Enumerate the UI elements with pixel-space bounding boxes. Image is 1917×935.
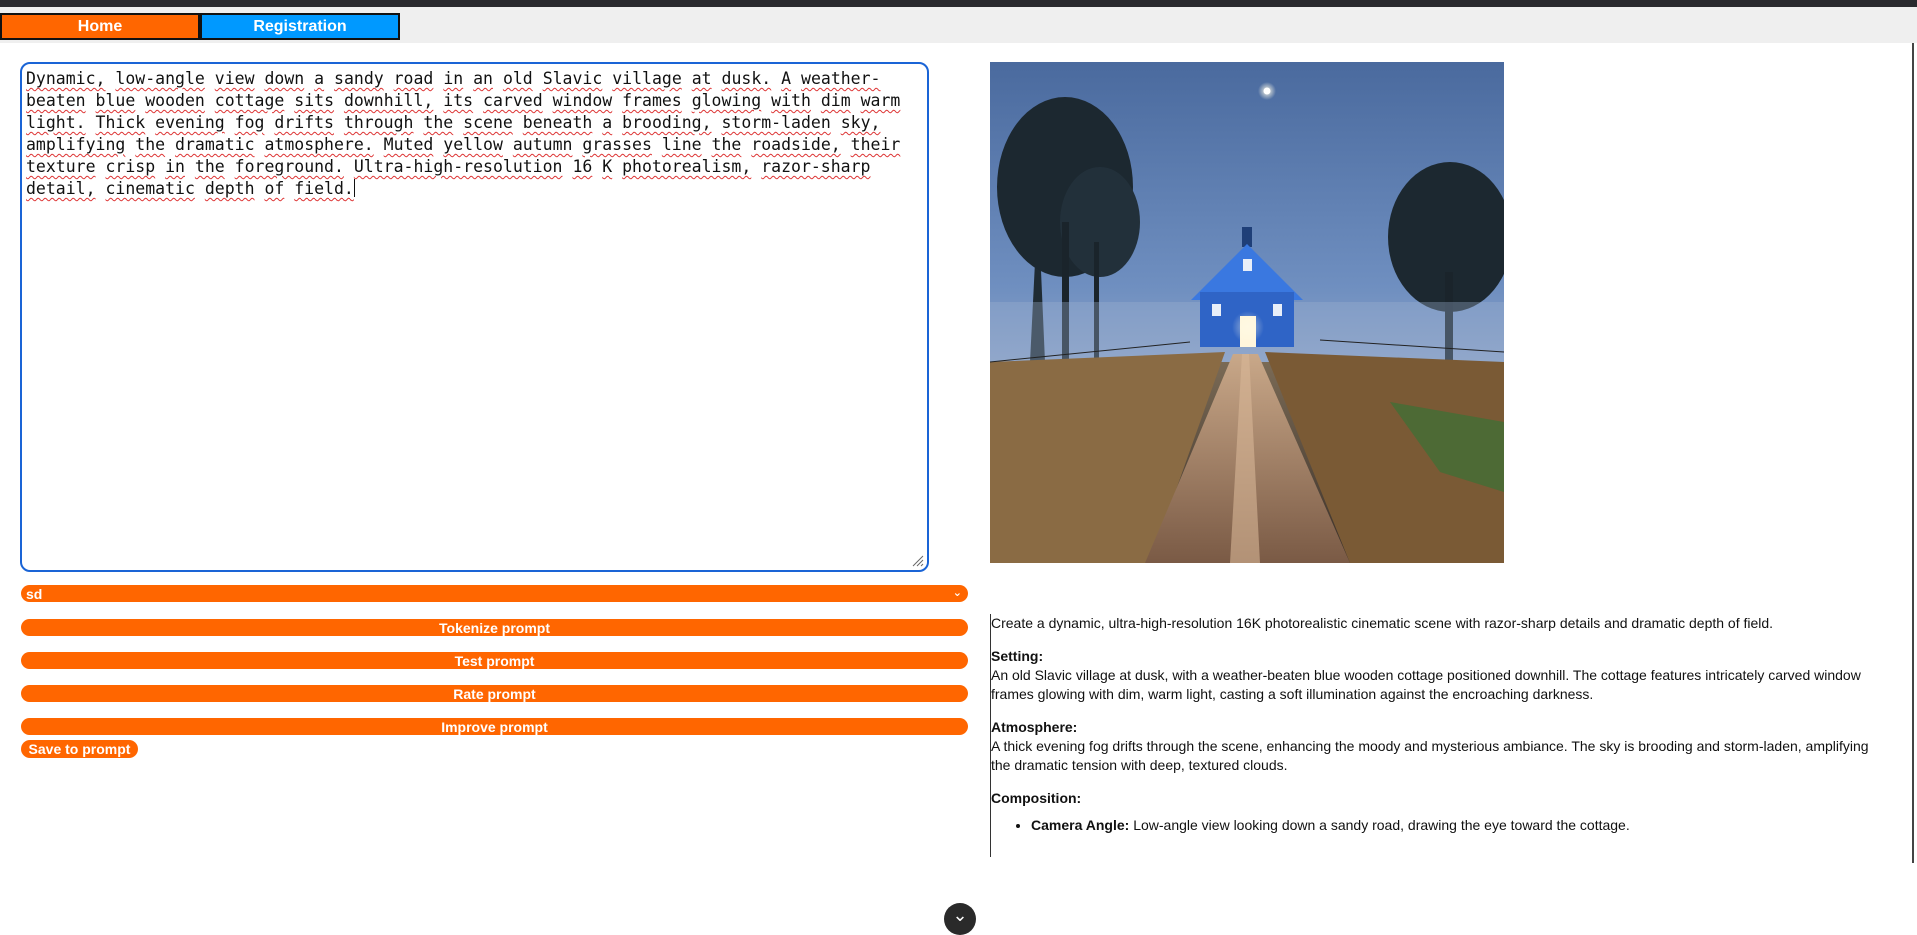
prompt-word: grasses [582, 135, 652, 154]
prompt-word: in [443, 69, 464, 88]
prompt-word: beaten [26, 91, 86, 110]
prompt-word: photorealism, [622, 157, 752, 176]
prompt-word: Thick [95, 113, 146, 132]
browser-top-strip [0, 0, 1917, 7]
atmosphere-text: A thick evening fog drifts through the s… [991, 738, 1869, 773]
composition-heading: Composition: [991, 790, 1082, 806]
prompt-word: warm [860, 91, 901, 110]
prompt-word: Dynamic, [26, 69, 106, 88]
chevron-down-icon: ⌄ [952, 905, 968, 925]
prompt-word: detail, [26, 179, 96, 198]
prompt-word: its [443, 91, 474, 110]
prompt-word: dramatic [175, 135, 255, 154]
prompt-word: weather- [801, 69, 881, 88]
prompt-word: light. [26, 113, 86, 132]
prompt-word: drifts [274, 113, 334, 132]
prompt-word: autumn [512, 135, 573, 154]
resize-grip-icon[interactable] [910, 553, 924, 567]
prompt-word: the [423, 113, 454, 132]
prompt-word: yellow [443, 135, 503, 154]
prompt-word: cinematic [105, 179, 195, 198]
prompt-word: field. [294, 179, 354, 198]
prompt-word: carved [483, 91, 543, 110]
prompt-word: glowing [691, 91, 762, 110]
prompt-word: evening [155, 113, 225, 132]
prompt-word: Muted [383, 135, 434, 154]
prompt-word: the [711, 135, 742, 154]
prompt-word: atmosphere. [264, 135, 374, 154]
registration-button[interactable]: Registration [200, 13, 400, 40]
rate-button[interactable]: Rate prompt [21, 685, 968, 702]
prompt-word: in [165, 157, 185, 176]
prompt-word: an [473, 69, 493, 88]
prompt-word: cottage [214, 91, 285, 110]
prompt-word: dim [820, 91, 851, 110]
prompt-word: old [502, 69, 533, 88]
prompt-word: storm-laden [721, 113, 831, 132]
prompt-word: at [691, 69, 712, 88]
prompt-word: beneath [522, 113, 593, 132]
model-select[interactable]: sd ⌄ [21, 585, 968, 602]
setting-heading: Setting: [991, 648, 1044, 664]
prompt-word: the [135, 135, 166, 154]
setting-text: An old Slavic village at dusk, with a we… [991, 667, 1861, 702]
composition-list: Camera Angle: Low-angle view looking dow… [991, 816, 1891, 835]
prompt-word: the [194, 157, 225, 176]
text-caret [353, 179, 355, 197]
prompt-word: Slavic [542, 69, 603, 88]
prompt-word: 16 [572, 157, 593, 176]
tokenize-button[interactable]: Tokenize prompt [21, 619, 968, 636]
prompt-word: view [214, 69, 255, 88]
composition-item-label: Camera Angle: [1031, 817, 1130, 833]
prompt-word: K [602, 157, 613, 176]
chevron-down-icon: ⌄ [952, 587, 962, 599]
prompt-word: texture [26, 157, 96, 176]
prompt-word: brooding, [622, 113, 712, 132]
prompt-word: A [781, 69, 792, 88]
prompt-word: roadside, [751, 135, 841, 154]
prompt-word: fog [234, 113, 265, 132]
save-to-prompt-button[interactable]: Save to prompt [21, 740, 138, 758]
generated-image [990, 62, 1504, 563]
prompt-word: of [264, 179, 285, 198]
prompt-word: through [343, 113, 414, 132]
prompt-word: razor-sharp [761, 157, 871, 176]
prompt-textarea[interactable]: Dynamic, low-angle view down a sandy roa… [20, 62, 929, 572]
list-item: Camera Angle: Low-angle view looking dow… [1031, 816, 1891, 835]
home-button[interactable]: Home [0, 13, 200, 40]
result-intro: Create a dynamic, ultra-high-resolution … [991, 615, 1774, 631]
prompt-word: crisp [105, 157, 156, 176]
prompt-word: a [602, 113, 613, 132]
prompt-word: road [393, 69, 434, 88]
prompt-word: sky, [840, 113, 881, 132]
prompt-word: window [552, 91, 613, 110]
prompt-word: scene [463, 113, 513, 132]
prompt-word: sits [294, 91, 335, 110]
composition-item-text: Low-angle view looking down a sandy road… [1133, 817, 1630, 833]
prompt-word: village [612, 69, 682, 88]
improve-button[interactable]: Improve prompt [21, 718, 968, 735]
prompt-word: downhill, [343, 91, 434, 110]
prompt-word: sandy [334, 69, 384, 88]
prompt-word: with [771, 91, 811, 110]
prompt-word: foreground. [234, 157, 344, 176]
prompt-word: amplifying [26, 135, 126, 154]
model-select-value: sd [26, 585, 43, 602]
scroll-down-button[interactable]: ⌄ [944, 903, 976, 935]
prompt-word: a [314, 69, 325, 88]
prompt-word: Ultra-high-resolution [353, 157, 563, 176]
prompt-word: frames [622, 91, 682, 110]
prompt-word: depth [204, 179, 255, 198]
test-button[interactable]: Test prompt [21, 652, 968, 669]
prompt-word: low-angle [115, 69, 205, 88]
prompt-word: blue [95, 91, 136, 110]
page-scrollbar[interactable] [1912, 43, 1914, 863]
atmosphere-heading: Atmosphere: [991, 719, 1078, 735]
prompt-word: wooden [145, 91, 205, 110]
prompt-word: down [264, 69, 305, 88]
prompt-word: line [661, 135, 702, 154]
prompt-word: dusk. [721, 69, 772, 88]
prompt-word: their [850, 135, 901, 154]
improved-prompt-output: Create a dynamic, ultra-high-resolution … [990, 614, 1891, 857]
